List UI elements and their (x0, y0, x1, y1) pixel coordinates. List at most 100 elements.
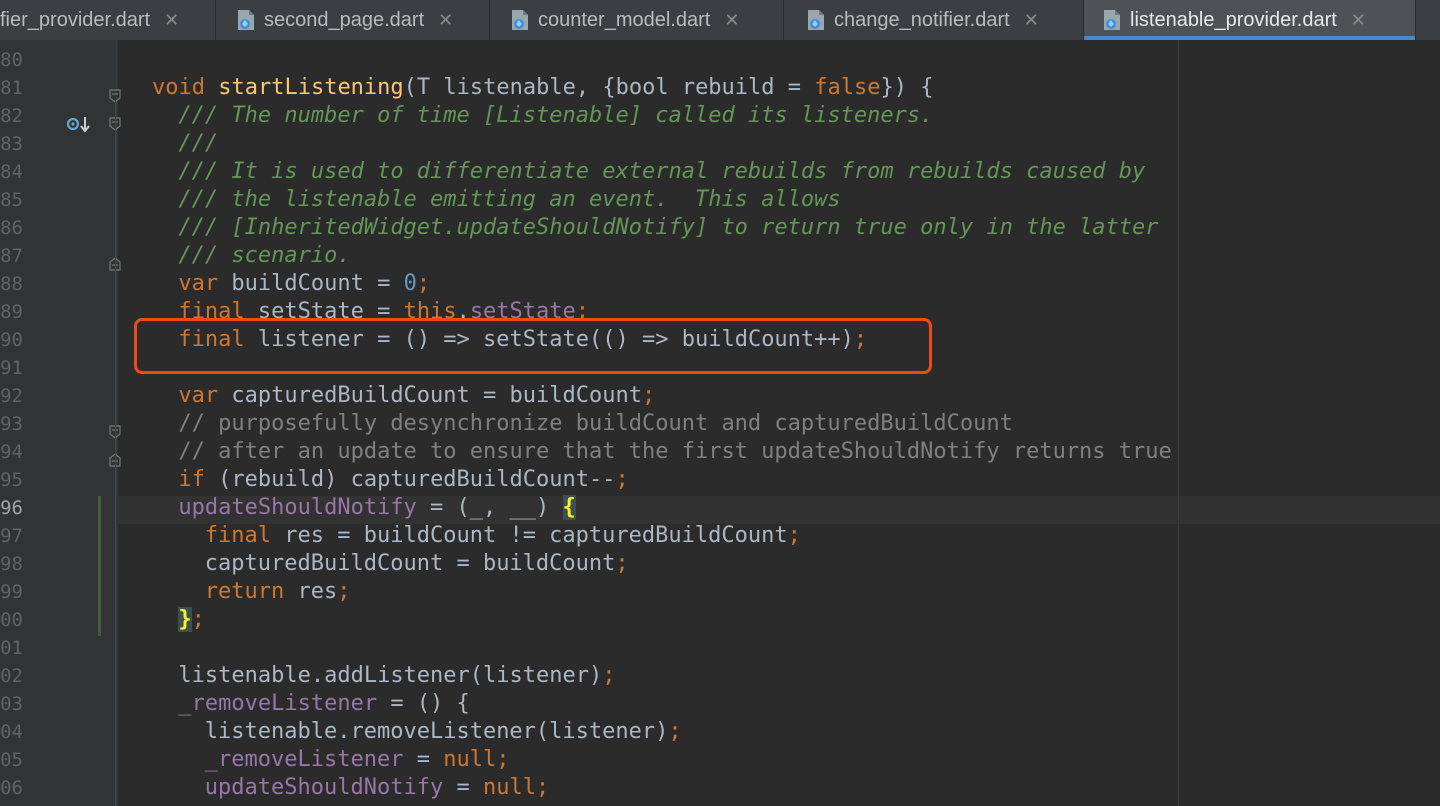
code-line[interactable]: 84 /// It is used to differentiate extern… (0, 158, 1440, 186)
code-editor[interactable]: 80 81 void startListening(T listenable, {b… (0, 40, 1440, 806)
code-line[interactable]: 04 listenable.removeListener(listener); (0, 718, 1440, 746)
code-token: = (_, __) (416, 495, 563, 520)
code-token: return (204, 579, 298, 604)
code-token: /// scenario. (178, 243, 351, 268)
dart-file-icon (806, 9, 826, 31)
dart-file-icon (510, 9, 530, 31)
code-line[interactable]: 82 /// The number of time [Listenable] ca… (0, 102, 1440, 130)
code-text: _removeListener = () { (178, 690, 469, 718)
code-line[interactable]: 02 listenable.addListener(listener); (0, 662, 1440, 690)
code-text: // purposefully desynchronize buildCount… (178, 410, 1012, 438)
code-token: ; (602, 663, 616, 688)
highlight-annotation-box (134, 318, 932, 374)
code-text: }; (178, 606, 205, 634)
code-line[interactable]: 92 var capturedBuildCount = buildCount; (0, 382, 1440, 410)
code-line[interactable]: 95 if (rebuild) capturedBuildCount--; (0, 466, 1440, 494)
code-token: } (178, 607, 192, 632)
code-line[interactable]: 98 capturedBuildCount = buildCount; (0, 550, 1440, 578)
line-number: 03 (0, 693, 23, 715)
close-tab-icon[interactable]: ✕ (1024, 10, 1039, 31)
code-token: capturedBuildCount = buildCount (231, 383, 642, 408)
code-text: _removeListener = null; (205, 746, 510, 774)
code-line[interactable]: 00}; (0, 606, 1440, 634)
close-tab-icon[interactable]: ✕ (438, 10, 453, 31)
code-token: /// It is used to differentiate external… (178, 159, 1146, 184)
code-token: listenable.removeListener(listener) (204, 719, 669, 744)
line-number: 99 (0, 581, 23, 603)
code-token: /// The number of time [Listenable] call… (178, 103, 934, 128)
code-token: updateShouldNotify (178, 495, 417, 520)
code-token: ; (615, 467, 629, 492)
tab-label: listenable_provider.dart (1130, 8, 1337, 31)
line-number: 96 (0, 497, 23, 519)
code-token: ; (615, 551, 629, 576)
code-text: capturedBuildCount = buildCount; (205, 550, 629, 578)
code-token: }) { (880, 75, 934, 100)
tab-change-notifier[interactable]: change_notifier.dart ✕ (784, 0, 1084, 40)
close-tab-icon[interactable]: ✕ (164, 10, 179, 31)
code-token: capturedBuildCount = buildCount (204, 551, 616, 576)
line-number: 82 (0, 105, 23, 127)
code-text: updateShouldNotify = (_, __) { (178, 494, 576, 522)
code-token: startListening (218, 75, 404, 100)
code-text: var buildCount = 0; (178, 270, 430, 298)
code-line[interactable]: 83 /// (0, 130, 1440, 158)
tab-second-page[interactable]: second_page.dart ✕ (216, 0, 490, 40)
code-line[interactable]: 94 // after an update to ensure that the … (0, 438, 1440, 466)
code-line[interactable]: 03 _removeListener = () { (0, 690, 1440, 718)
code-line[interactable]: 06 updateShouldNotify = null; (0, 774, 1440, 802)
code-line[interactable]: 86 /// [InheritedWidget.updateShouldNotif… (0, 214, 1440, 242)
code-line[interactable]: 80 (0, 46, 1440, 74)
code-line[interactable]: 88 var buildCount = 0; (0, 270, 1440, 298)
code-token: // after an update to ensure that the fi… (178, 439, 1172, 464)
line-number: 97 (0, 525, 23, 547)
code-line[interactable]: 99 return res; (0, 578, 1440, 606)
code-text: /// (178, 130, 218, 158)
code-line[interactable]: 85 /// the listenable emitting an event. … (0, 186, 1440, 214)
editor-tab-bar: fier_provider.dart ✕ second_page.dart ✕ … (0, 0, 1440, 41)
code-token: var (178, 383, 232, 408)
close-tab-icon[interactable]: ✕ (724, 10, 739, 31)
code-line[interactable]: 05 _removeListener = null; (0, 746, 1440, 774)
line-number: 06 (0, 777, 23, 799)
line-number: 86 (0, 217, 23, 239)
tab-label: fier_provider.dart (0, 8, 151, 31)
code-token: null; (443, 747, 510, 772)
code-text: // after an update to ensure that the fi… (178, 438, 1171, 466)
line-number: 83 (0, 133, 23, 155)
line-number: 90 (0, 329, 23, 351)
code-token: /// the listenable emitting an event. Th… (178, 187, 841, 212)
tab-label: second_page.dart (264, 8, 425, 31)
code-line[interactable]: 81 void startListening(T listenable, {boo… (0, 74, 1440, 102)
tab-counter-model[interactable]: counter_model.dart ✕ (490, 0, 784, 40)
code-token: { (562, 495, 576, 520)
line-number: 92 (0, 385, 23, 407)
code-text: var capturedBuildCount = buildCount; (178, 382, 655, 410)
line-number: 01 (0, 637, 23, 659)
code-text: listenable.removeListener(listener); (205, 718, 682, 746)
tab-provider[interactable]: fier_provider.dart ✕ (0, 0, 216, 40)
code-token: 0 (403, 271, 417, 296)
code-token: ; (787, 523, 801, 548)
code-text: /// The number of time [Listenable] call… (178, 102, 933, 130)
code-token: (rebuild) capturedBuildCount-- (218, 467, 616, 492)
line-number: 81 (0, 77, 23, 99)
code-line[interactable]: 96 updateShouldNotify = (_, __) { (0, 494, 1440, 522)
code-token: false (814, 75, 881, 100)
code-text: updateShouldNotify = null; (205, 774, 549, 802)
code-line[interactable]: 97 final res = buildCount != capturedBuil… (0, 522, 1440, 550)
code-token: ; (641, 383, 656, 408)
code-line[interactable]: 93 // purposefully desynchronize buildCou… (0, 410, 1440, 438)
code-token: final (204, 523, 285, 548)
code-token: // purposefully desynchronize buildCount… (178, 411, 1013, 436)
dart-file-icon (1102, 9, 1122, 31)
line-number: 98 (0, 553, 23, 575)
code-line[interactable]: 01 (0, 634, 1440, 662)
code-token: ; (337, 579, 351, 604)
code-line[interactable]: 87 /// scenario. (0, 242, 1440, 270)
close-tab-icon[interactable]: ✕ (1351, 10, 1366, 31)
tab-listenable-provider[interactable]: listenable_provider.dart ✕ (1084, 0, 1416, 40)
tab-label: counter_model.dart (538, 8, 711, 31)
code-token: updateShouldNotify (204, 775, 444, 800)
code-token: ; (416, 271, 431, 296)
